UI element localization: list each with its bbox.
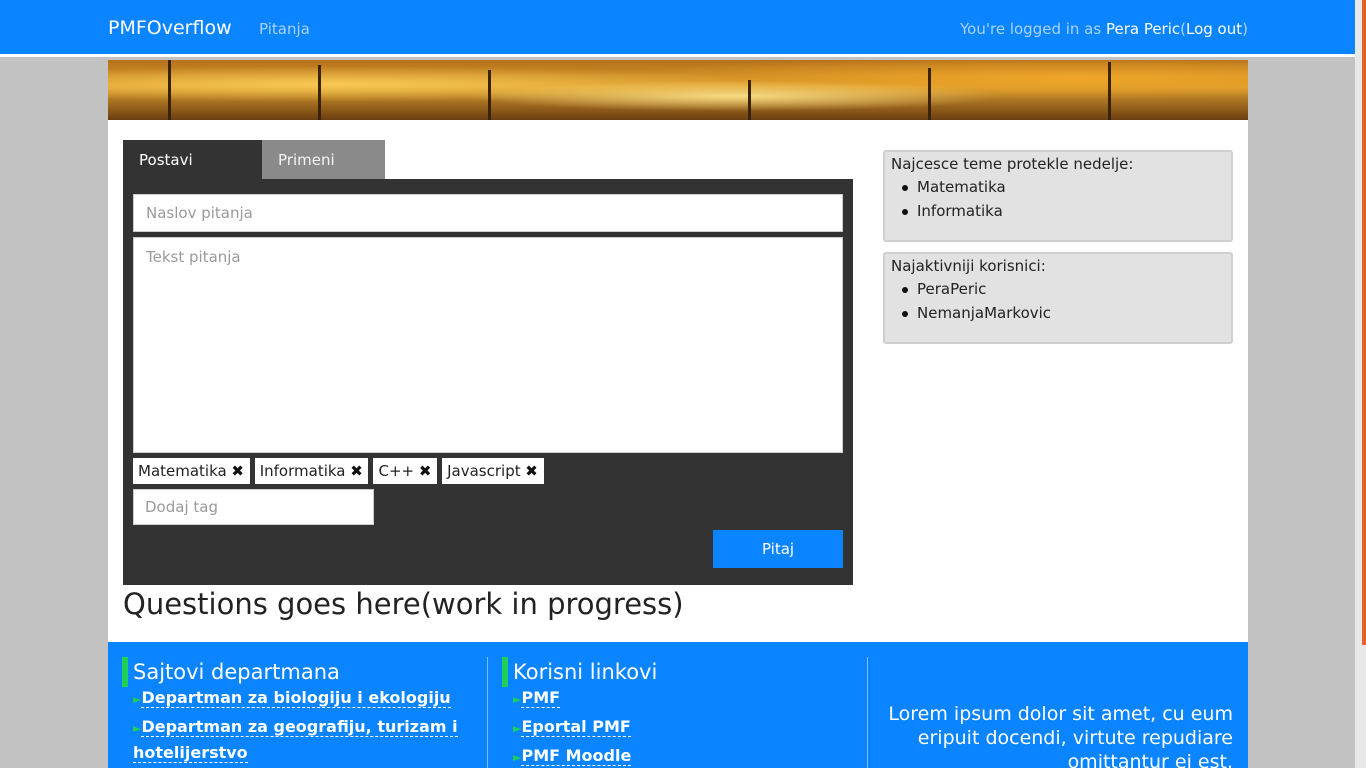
footer-divider (867, 657, 868, 768)
footer-link-text[interactable]: PMF (521, 688, 561, 708)
tab-apply-filter[interactable]: Primeni filter (262, 140, 385, 209)
topic-item[interactable]: Matematika (891, 175, 1225, 199)
ask-button[interactable]: Pitaj (713, 530, 843, 568)
questions-heading: Questions goes here(work in progress) (123, 587, 684, 621)
banner-image (108, 60, 1248, 120)
tab-ask-question[interactable]: Postavi pitanje (123, 140, 262, 209)
footer-links-heading: Korisni linkovi (502, 657, 657, 687)
popular-topics-title: Najcesce teme protekle nedelje: (891, 155, 1134, 173)
banner-tree (748, 80, 751, 120)
tag-chip: C++ ✖ (373, 458, 438, 484)
banner-tree (1108, 62, 1111, 120)
footer-link-text[interactable]: Eportal PMF (521, 717, 631, 737)
user-item[interactable]: NemanjaMarkovic (891, 301, 1225, 325)
tag-label: C++ (378, 462, 415, 480)
tag-chip: Javascript ✖ (442, 458, 544, 484)
footer-department-link[interactable]: ►Departman za biologiju i ekologiju (133, 686, 463, 712)
close-icon[interactable]: ✖ (349, 464, 363, 479)
banner-tree (488, 70, 491, 120)
close-icon[interactable]: ✖ (231, 464, 245, 479)
footer-link-text[interactable]: PMF Moodle (521, 746, 632, 766)
popular-topics-list: Matematika Informatika (891, 175, 1225, 223)
close-icon[interactable]: ✖ (525, 464, 539, 479)
tag-label: Javascript (447, 462, 521, 480)
footer-department-link[interactable]: ►Departman za geografiju, turizam i hote… (133, 715, 463, 765)
footer-link-text[interactable]: Departman za geografiju, turizam i hotel… (133, 717, 458, 763)
popular-topics-box: Najcesce teme protekle nedelje: Matemati… (883, 150, 1233, 242)
footer-departments-heading: Sajtovi departmana (122, 657, 340, 687)
footer-lorem-text: Lorem ipsum dolor sit amet, cu eum eripu… (888, 703, 1233, 768)
tag-chip: Informatika ✖ (254, 458, 369, 484)
tag-label: Matematika (138, 462, 227, 480)
topic-item[interactable]: Informatika (891, 199, 1225, 223)
banner-tree (168, 60, 171, 120)
add-tag-input[interactable] (133, 489, 374, 525)
active-users-box: Najaktivniji korisnici: PeraPeric Nemanj… (883, 252, 1233, 344)
close-paren: ) (1242, 20, 1248, 38)
footer-divider (487, 657, 488, 768)
banner-tree (318, 65, 321, 120)
brand-link[interactable]: PMFOverflow (108, 17, 232, 39)
footer-useful-link[interactable]: ►Eportal PMF (513, 715, 631, 741)
logout-link[interactable]: Log out (1186, 20, 1242, 38)
tag-label: Informatika (259, 462, 346, 480)
user-item[interactable]: PeraPeric (891, 277, 1225, 301)
username-link[interactable]: Pera Peric (1106, 20, 1180, 38)
question-title-input[interactable] (133, 194, 843, 232)
footer-link-text[interactable]: Departman za biologiju i ekologiju (141, 688, 451, 708)
footer-useful-link[interactable]: ►PMF Moodle (513, 744, 632, 768)
nav-link-questions[interactable]: Pitanja (259, 20, 310, 38)
footer-useful-link[interactable]: ►PMF (513, 686, 561, 712)
tag-chip: Matematika ✖ (133, 458, 250, 484)
close-icon[interactable]: ✖ (418, 464, 432, 479)
active-users-title: Najaktivniji korisnici: (891, 257, 1046, 275)
scrollbar-thumb[interactable] (1362, 0, 1366, 645)
banner-tree (928, 68, 931, 120)
question-body-input[interactable] (133, 237, 843, 453)
login-status: You're logged in as Pera Peric(Log out) (960, 20, 1248, 38)
active-users-list: PeraPeric NemanjaMarkovic (891, 277, 1225, 325)
top-navbar: PMFOverflow Pitanja You're logged in as … (0, 0, 1355, 57)
tag-list: Matematika ✖ Informatika ✖ C++ ✖ Javascript… (133, 458, 544, 484)
login-prefix: You're logged in as (960, 20, 1106, 38)
